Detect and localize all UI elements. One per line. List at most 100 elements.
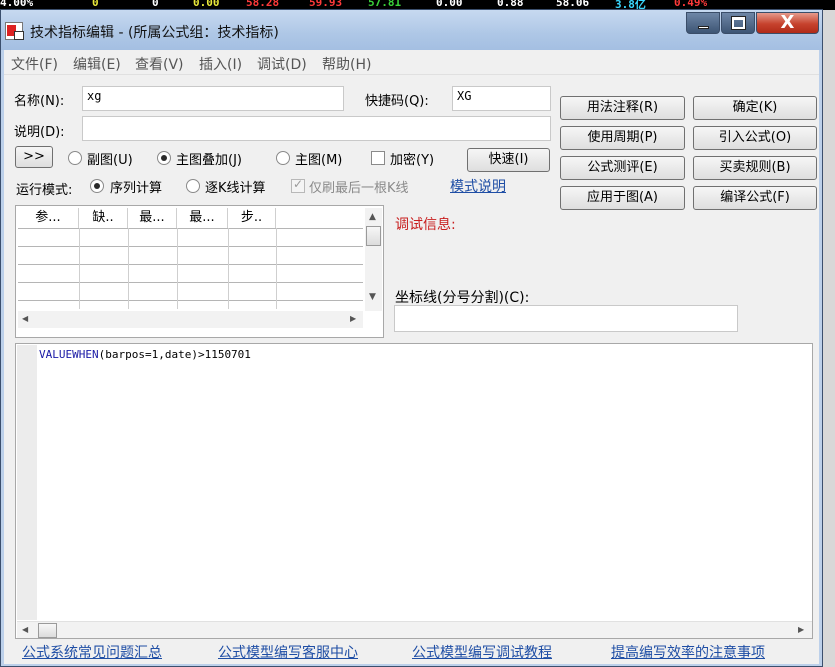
apply-to-chart-button[interactable]: 应用于图(A) <box>560 186 685 210</box>
last-kline-only-label: 仅刷最后一根K线 <box>309 181 409 196</box>
usage-note-button[interactable]: 用法注释(R) <box>560 96 685 120</box>
grid-row-line <box>18 282 363 283</box>
menu-edit[interactable]: 编辑(E) <box>73 54 121 74</box>
grid-row-line <box>18 300 363 301</box>
faq-link[interactable]: 公式系统常见问题汇总 <box>22 642 162 662</box>
close-button[interactable]: X <box>756 12 819 34</box>
trade-rules-button[interactable]: 买卖规则(B) <box>693 156 817 180</box>
grid-col-line <box>128 228 129 309</box>
encrypt-checkbox[interactable] <box>371 151 385 165</box>
minimize-button[interactable] <box>686 12 720 34</box>
minimize-icon <box>698 26 709 29</box>
compile-formula-button[interactable]: 编译公式(F) <box>693 186 817 210</box>
quick-button[interactable]: 快速(I) <box>467 148 550 172</box>
last-kline-only-checkbox[interactable] <box>291 177 305 193</box>
name-label: 名称(N): <box>14 94 65 109</box>
grid-col-line <box>228 228 229 309</box>
radio-per-kline-calc-label: 逐K线计算 <box>205 181 266 196</box>
radio-main-overlay[interactable] <box>157 151 171 165</box>
radio-main-chart[interactable] <box>276 151 290 165</box>
efficiency-tips-link[interactable]: 提高编写效率的注意事项 <box>611 642 765 662</box>
grid-header-step[interactable]: 步.. <box>228 208 276 228</box>
ticker-value: 0.00 <box>193 0 220 9</box>
radio-sequence-calc-label: 序列计算 <box>110 181 163 196</box>
menu-insert[interactable]: 插入(I) <box>199 54 242 74</box>
close-icon: X <box>780 12 795 33</box>
encrypt-label: 加密(Y) <box>390 153 435 168</box>
grid-row-line <box>18 246 363 247</box>
scroll-down-icon[interactable]: ▼ <box>369 292 376 302</box>
ticker-value: 58.28 <box>246 0 280 9</box>
import-formula-button[interactable]: 引入公式(O) <box>693 126 817 150</box>
description-input[interactable] <box>82 116 551 141</box>
radio-sub-chart-label: 副图(U) <box>87 153 133 168</box>
mode-help-link[interactable]: 模式说明 <box>450 176 506 196</box>
ticker-value: 0.00 <box>436 0 463 9</box>
formula-editor-window: 技术指标编辑 - (所属公式组：技术指标) X 文件(F) 编辑(E) 查看(V… <box>0 9 823 667</box>
ok-button[interactable]: 确定(K) <box>693 96 817 120</box>
code-expression: (barpos=1,date)>1150701 <box>98 348 251 361</box>
axis-lines-label: 坐标线(分号分割)(C): <box>395 290 530 306</box>
window-title: 技术指标编辑 - (所属公式组：技术指标) <box>30 25 279 41</box>
description-label: 说明(D): <box>14 125 65 140</box>
radio-main-overlay-label: 主图叠加(J) <box>176 153 242 168</box>
menu-debug[interactable]: 调试(D) <box>257 54 307 74</box>
grid-col-line <box>177 228 178 309</box>
ticker-value: 58.06 <box>556 0 590 9</box>
scroll-right-icon[interactable]: ▶ <box>798 625 804 634</box>
run-mode-label: 运行模式: <box>16 183 73 198</box>
scroll-right-icon[interactable]: ▶ <box>350 314 356 323</box>
grid-col-line <box>79 228 80 309</box>
grid-header-max[interactable]: 最... <box>177 208 228 228</box>
debug-tutorial-link[interactable]: 公式模型编写调试教程 <box>412 642 552 662</box>
menu-file[interactable]: 文件(F) <box>11 54 58 74</box>
app-icon <box>5 22 24 40</box>
ticker-value: 4.00% <box>0 0 34 9</box>
grid-vscroll-thumb[interactable] <box>366 226 381 246</box>
ticker-value: 0 <box>92 0 99 9</box>
formula-test-button[interactable]: 公式测评(E) <box>560 156 685 180</box>
editor-gutter <box>17 345 37 620</box>
menu-help[interactable]: 帮助(H) <box>322 54 371 74</box>
menu-view[interactable]: 查看(V) <box>135 54 184 74</box>
axis-lines-input[interactable] <box>394 305 738 332</box>
radio-sub-chart[interactable] <box>68 151 82 165</box>
dialog-client-area: 文件(F) 编辑(E) 查看(V) 插入(I) 调试(D) 帮助(H) 名称(N… <box>4 50 819 664</box>
scroll-left-icon[interactable]: ◀ <box>22 314 28 323</box>
support-center-link[interactable]: 公式模型编写客服中心 <box>218 642 358 662</box>
editor-horizontal-scrollbar[interactable]: ◀ ▶ <box>17 621 812 638</box>
shortcut-label: 快捷码(Q): <box>365 94 429 109</box>
grid-col-line <box>276 228 277 309</box>
grid-horizontal-scrollbar[interactable]: ◀ ▶ <box>18 311 363 328</box>
scroll-left-icon[interactable]: ◀ <box>22 625 28 634</box>
formula-code-text[interactable]: VALUEWHEN(barpos=1,date)>1150701 <box>39 348 251 361</box>
maximize-icon <box>731 16 746 30</box>
ticker-value: 59.93 <box>309 0 343 9</box>
parameter-grid[interactable]: 参... 缺.. 最... 最... 步.. ▲ ▼ ◀ ▶ <box>15 205 384 338</box>
radio-sequence-calc[interactable] <box>90 179 104 193</box>
debug-info-label: 调试信息: <box>395 217 456 233</box>
radio-per-kline-calc[interactable] <box>186 179 200 193</box>
grid-header-default[interactable]: 缺.. <box>79 208 128 228</box>
title-bar[interactable]: 技术指标编辑 - (所属公式组：技术指标) X <box>1 10 822 50</box>
shortcut-input[interactable]: XG <box>452 86 551 111</box>
menu-bar: 文件(F) 编辑(E) 查看(V) 插入(I) 调试(D) 帮助(H) <box>4 50 819 75</box>
scroll-up-icon[interactable]: ▲ <box>369 212 376 222</box>
grid-row-line <box>18 264 363 265</box>
ticker-value: 0 <box>152 0 159 9</box>
expand-button[interactable]: >> <box>15 146 53 168</box>
name-input[interactable]: xg <box>82 86 344 111</box>
grid-row-line <box>18 228 363 229</box>
ticker-value: 0.88 <box>497 0 524 9</box>
editor-hscroll-thumb[interactable] <box>38 623 57 638</box>
use-period-button[interactable]: 使用周期(P) <box>560 126 685 150</box>
grid-vertical-scrollbar[interactable]: ▲ ▼ <box>365 208 382 311</box>
grid-header-param[interactable]: 参... <box>18 208 79 228</box>
maximize-button[interactable] <box>721 12 755 34</box>
grid-header-min[interactable]: 最... <box>128 208 177 228</box>
background-window-edge <box>822 10 835 667</box>
formula-code-editor[interactable]: VALUEWHEN(barpos=1,date)>1150701 ◀ ▶ <box>15 343 813 639</box>
ticker-value: 0.49% <box>674 0 708 9</box>
code-function: VALUEWHEN <box>39 348 99 361</box>
radio-main-chart-label: 主图(M) <box>295 153 343 168</box>
